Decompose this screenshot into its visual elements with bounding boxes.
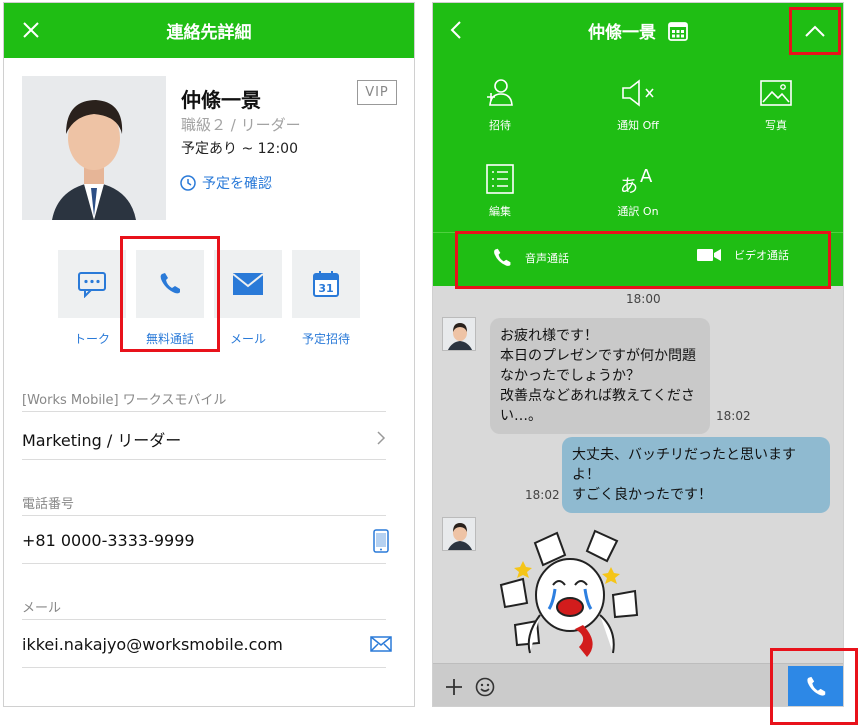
menu-edit[interactable]: 編集 [445,161,555,219]
photo-icon [760,80,792,106]
chat-title-text: 仲條一景 [588,23,657,43]
translate-icon: あA [620,166,653,196]
envelope-icon[interactable] [370,636,392,652]
confirm-schedule-link[interactable]: 予定を確認 [180,173,272,193]
highlight-call-button [770,648,858,725]
chat-header: 仲條一景 [433,3,843,55]
org-label: [Works Mobile] ワークスモバイル [22,393,227,408]
phone-label: 電話番号 [22,497,75,512]
svg-text:A: A [640,166,653,187]
highlight-free-call [120,236,220,352]
chat-screen: 18:00 お疲れ様です！ 本日のプレゼンですが何か問題なかったでしょうか？ 改… [432,2,844,707]
mail-icon [232,273,264,295]
mail-value: ikkei.nakajyo@worksmobile.com [22,635,283,654]
schedule-status: 予定あり ~ 12:00 [181,141,298,157]
chat-icon [78,272,106,298]
menu-translate[interactable]: あA 通訳 On [583,161,693,219]
profile-photo [22,76,166,220]
divider [22,411,386,412]
menu-invite[interactable]: 招待 [445,75,555,133]
menu-edit-label: 編集 [489,205,511,218]
highlight-call-options [455,231,831,289]
calendar-day: 31 [318,282,333,295]
calendar-grid-icon[interactable] [668,21,688,41]
talk-button[interactable] [58,250,126,318]
schedule-invite-label: 予定招待 [301,332,350,346]
chat-title: 仲條一景 [433,18,843,43]
invite-icon [487,79,513,106]
menu-mute-label: 通知 Off [617,119,659,132]
menu-mute[interactable]: 通知 Off [583,75,693,133]
emoji-icon[interactable] [475,677,495,697]
chat-menu-panel: 招待 通知 Off 写真 編集 あA 通訳 On [433,55,843,232]
header-bar: 連絡先詳細 [4,3,414,58]
divider [22,515,386,516]
divider [22,563,386,564]
menu-translate-label: 通訳 On [617,205,659,218]
calendar-icon: 31 [313,271,339,297]
menu-invite-label: 招待 [489,119,511,132]
divider [22,619,386,620]
org-value: Marketing / リーダー [22,431,182,450]
svg-text:あ: あ [620,176,638,196]
mail-button[interactable] [214,250,282,318]
plus-icon[interactable] [445,678,463,696]
message-bubble-received: お疲れ様です！ 本日のプレゼンですが何か問題なかったでしょうか？ 改善点などあれ… [490,318,710,434]
message-bubble-sent: 大丈夫、バッチリだったと思いますよ！ すごく良かったです！ [562,437,830,513]
timestamp: 18:02 [525,488,560,502]
mail-label: メール [229,332,266,346]
timestamp: 18:00 [626,292,661,306]
mobile-phone-icon[interactable] [372,529,390,553]
contact-role: 職級２ / リーダー [181,116,301,134]
confirm-schedule-label: 予定を確認 [202,176,272,192]
chevron-right-icon [377,431,386,445]
timestamp: 18:02 [716,409,751,423]
divider [22,459,386,460]
org-row[interactable]: Marketing / リーダー [22,427,386,451]
page-title: 連絡先詳細 [166,23,252,43]
mute-icon [622,79,654,107]
edit-list-icon [486,164,514,194]
vip-badge: VIP [357,80,397,105]
menu-photo[interactable]: 写真 [721,75,831,133]
phone-row[interactable]: +81 0000-3333-9999 [22,529,389,553]
divider [22,667,386,668]
contact-detail-screen: 連絡先詳細 仲條一景 職級２ / リーダー 予定あり ~ 12:00 予定を確認… [3,2,415,707]
schedule-invite-button[interactable]: 31 [292,250,360,318]
sticker-image[interactable] [495,525,645,660]
contact-name: 仲條一景 [181,88,261,112]
mail-row[interactable]: ikkei.nakajyo@worksmobile.com [22,635,392,654]
clock-icon [180,175,196,191]
mail-section-label: メール [22,601,62,616]
avatar[interactable] [442,317,476,351]
phone-value: +81 0000-3333-9999 [22,531,195,550]
avatar[interactable] [442,517,476,551]
menu-photo-label: 写真 [765,119,787,132]
highlight-collapse [789,7,841,55]
